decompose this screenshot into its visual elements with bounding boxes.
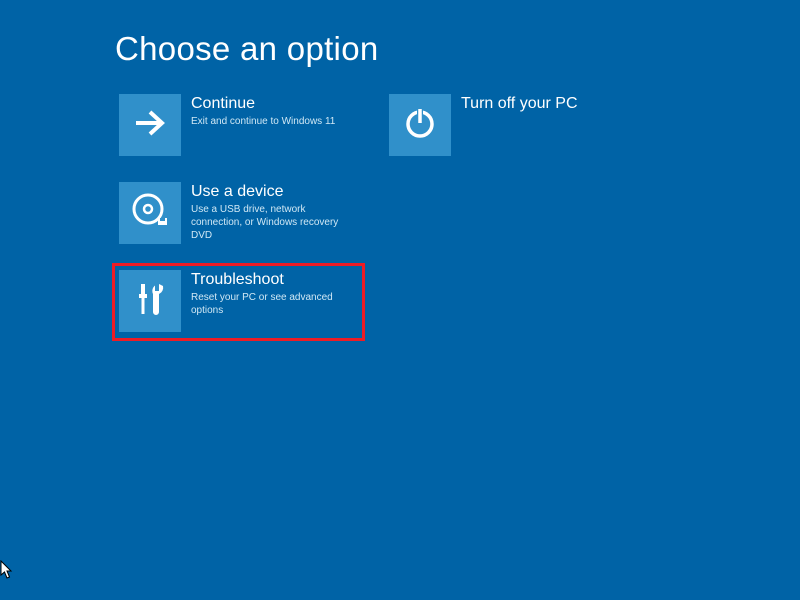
winre-container: Choose an option Continue Exit and conti… [0,0,800,359]
turnoff-text: Turn off your PC [451,94,651,113]
power-icon [400,103,440,148]
continue-icon-box [119,94,181,156]
troubleshoot-title: Troubleshoot [191,270,358,289]
turnoff-title: Turn off your PC [461,94,651,113]
turnoff-icon-box [389,94,451,156]
continue-option[interactable]: Continue Exit and continue to Windows 11 [115,90,385,160]
troubleshoot-option[interactable]: Troubleshoot Reset your PC or see advanc… [112,263,365,341]
disc-icon [128,189,172,238]
troubleshoot-text: Troubleshoot Reset your PC or see advanc… [181,270,358,317]
device-desc: Use a USB drive, network connection, or … [191,203,356,242]
options-row-1: Continue Exit and continue to Windows 11… [115,90,675,178]
device-option[interactable]: Use a device Use a USB drive, network co… [115,178,385,248]
device-icon-box [119,182,181,244]
continue-desc: Exit and continue to Windows 11 [191,115,356,128]
turnoff-option[interactable]: Turn off your PC [385,90,655,160]
continue-title: Continue [191,94,381,113]
cursor-icon [0,560,14,578]
page-title: Choose an option [115,30,800,68]
troubleshoot-icon-box [119,270,181,332]
tools-icon [129,278,171,325]
device-text: Use a device Use a USB drive, network co… [181,182,381,242]
options-row-2: Use a device Use a USB drive, network co… [115,178,675,266]
device-title: Use a device [191,182,381,201]
options-row-3: Troubleshoot Reset your PC or see advanc… [115,266,675,359]
troubleshoot-desc: Reset your PC or see advanced options [191,291,356,317]
continue-text: Continue Exit and continue to Windows 11 [181,94,381,128]
arrow-right-icon [130,103,170,148]
